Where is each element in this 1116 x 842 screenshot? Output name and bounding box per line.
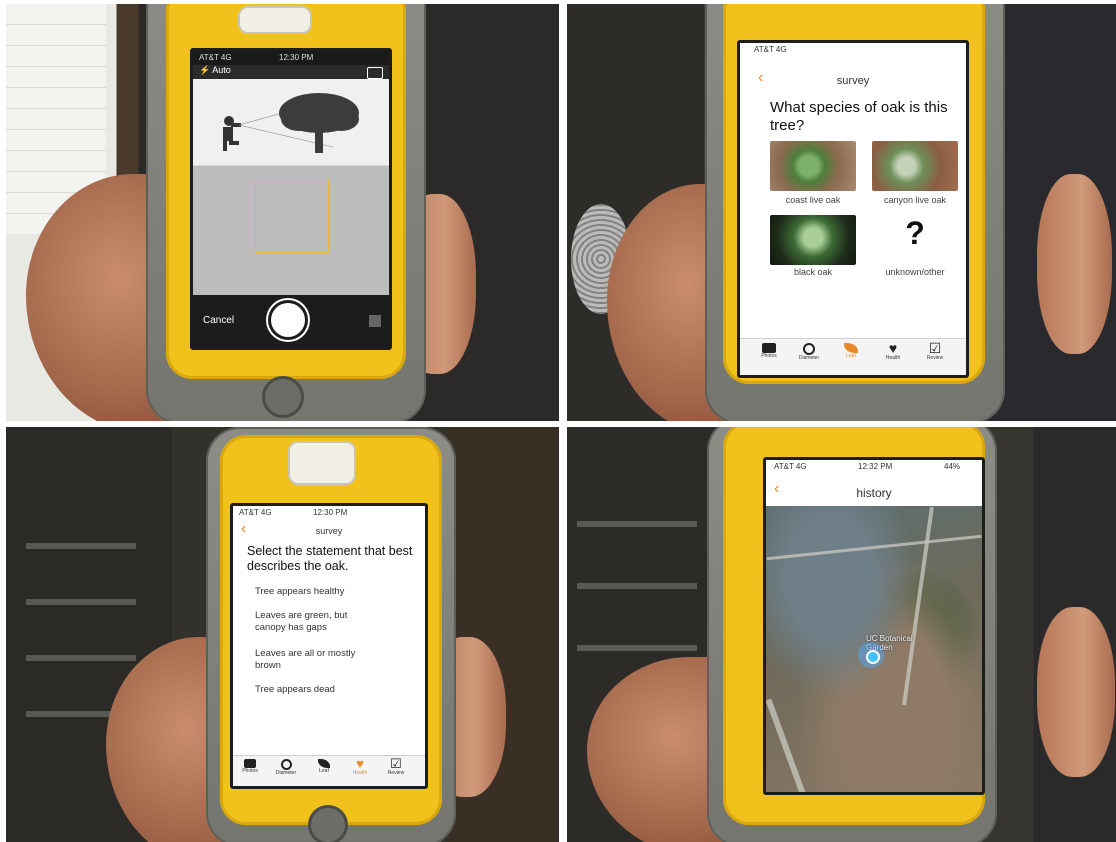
leaf-icon: [318, 759, 330, 768]
tab-photos[interactable]: Photos: [237, 759, 263, 774]
screen-title: history: [856, 486, 892, 500]
option-photo: [872, 141, 958, 191]
camera-icon: [244, 759, 256, 768]
status-battery: 44%: [944, 462, 961, 471]
viewfinder: [193, 79, 389, 295]
option-photo: [770, 141, 856, 191]
tab-health[interactable]: ♥ Health: [347, 757, 373, 776]
home-button[interactable]: [308, 805, 348, 842]
screen-title: survey: [315, 526, 343, 536]
diameter-icon: [280, 759, 292, 770]
option-label: unknown/other: [885, 267, 945, 277]
phone-screen: AT&T 4G 12:30 PM ⚡ Auto Cancel: [190, 48, 392, 350]
question-text: What species of oak is this tree?: [770, 99, 948, 134]
health-survey-screen: AT&T 4G 12:30 PM ‹ survey Select the sta…: [6, 427, 559, 842]
camera-icon: [762, 343, 776, 353]
tab-review[interactable]: ☑ Review: [383, 757, 409, 776]
question-text: Select the statement that best describes…: [247, 544, 413, 573]
map-road: [766, 698, 813, 792]
species-survey-screen: AT&T 4G ‹ survey What species of oak is …: [567, 4, 1116, 421]
tab-photos[interactable]: Photos: [754, 343, 784, 359]
tab-diameter[interactable]: Diameter: [794, 343, 824, 361]
gallery-thumbnail-icon[interactable]: [369, 315, 381, 327]
screen-title: survey: [836, 75, 870, 87]
satellite-map[interactable]: UC Botanical Garden: [766, 506, 982, 792]
status-time: 12:30 PM: [313, 508, 348, 517]
status-carrier: AT&T 4G: [199, 53, 232, 62]
option-label: coast live oak: [785, 195, 841, 205]
question-mark-icon: ?: [905, 215, 925, 251]
option-label: canyon live oak: [883, 195, 947, 205]
status-time: 12:30 PM: [279, 53, 314, 62]
phone-screen: AT&T 4G 12:32 PM 44% ‹ history UC Botani…: [763, 457, 985, 795]
tab-review[interactable]: ☑ Review: [920, 341, 950, 361]
statement-option[interactable]: Tree appears healthy: [255, 586, 405, 598]
photo-camera-screen: AT&T 4G 12:30 PM ⚡ Auto Cancel: [6, 4, 559, 421]
status-carrier: AT&T 4G: [239, 508, 272, 517]
statement-option[interactable]: Tree appears dead: [255, 684, 405, 696]
shutter-button[interactable]: [271, 303, 305, 337]
statement-option[interactable]: Leaves are green, but canopy has gaps: [255, 610, 375, 634]
option-photo: [770, 215, 856, 265]
map-road: [766, 534, 982, 561]
oak-tree-silhouette: [279, 93, 359, 153]
map-road: [902, 506, 934, 706]
tab-leaf[interactable]: Leaf: [311, 759, 337, 774]
tree-measure-guide: [223, 93, 359, 153]
surveyor-silhouette: [223, 116, 241, 151]
leaf-icon: [844, 343, 858, 353]
case-plug: [288, 441, 356, 485]
phone-screen: AT&T 4G ‹ survey What species of oak is …: [737, 40, 969, 378]
heart-icon: ♥: [888, 340, 898, 356]
status-carrier: AT&T 4G: [754, 45, 787, 54]
checkbox-icon: ☑: [928, 340, 942, 356]
phone-screen: AT&T 4G 12:30 PM ‹ survey Select the sta…: [230, 503, 428, 789]
checkbox-icon: ☑: [390, 756, 402, 771]
tab-diameter[interactable]: Diameter: [273, 759, 299, 776]
status-carrier: AT&T 4G: [774, 462, 807, 471]
flash-icon: ⚡: [199, 65, 211, 75]
focus-square: [255, 179, 329, 253]
tab-leaf[interactable]: Leaf: [836, 343, 866, 359]
option-label: black oak: [793, 267, 833, 277]
camera-switch-icon[interactable]: [367, 67, 383, 79]
location-dot-icon: [858, 642, 884, 668]
tab-bar: Photos Diameter Leaf ♥ Health ☑ Review: [740, 338, 966, 375]
tab-health[interactable]: ♥ Health: [878, 341, 908, 361]
heart-icon: ♥: [356, 756, 364, 771]
history-map-screen: AT&T 4G 12:32 PM 44% ‹ history UC Botani…: [567, 427, 1116, 842]
thumb: [1037, 174, 1112, 354]
camera-controls: Cancel: [193, 295, 389, 347]
thumb: [1037, 607, 1115, 777]
statement-option[interactable]: Leaves are all or mostly brown: [255, 648, 375, 672]
flash-toggle[interactable]: ⚡ Auto: [199, 65, 231, 76]
tab-bar: Photos Diameter Leaf ♥ Health ☑ Review: [233, 755, 425, 786]
diameter-icon: [803, 343, 815, 355]
status-time: 12:32 PM: [858, 462, 893, 471]
cancel-button[interactable]: Cancel: [203, 315, 234, 326]
home-button[interactable]: [262, 376, 304, 418]
case-plug: [238, 6, 312, 34]
flash-label: Auto: [212, 65, 231, 75]
